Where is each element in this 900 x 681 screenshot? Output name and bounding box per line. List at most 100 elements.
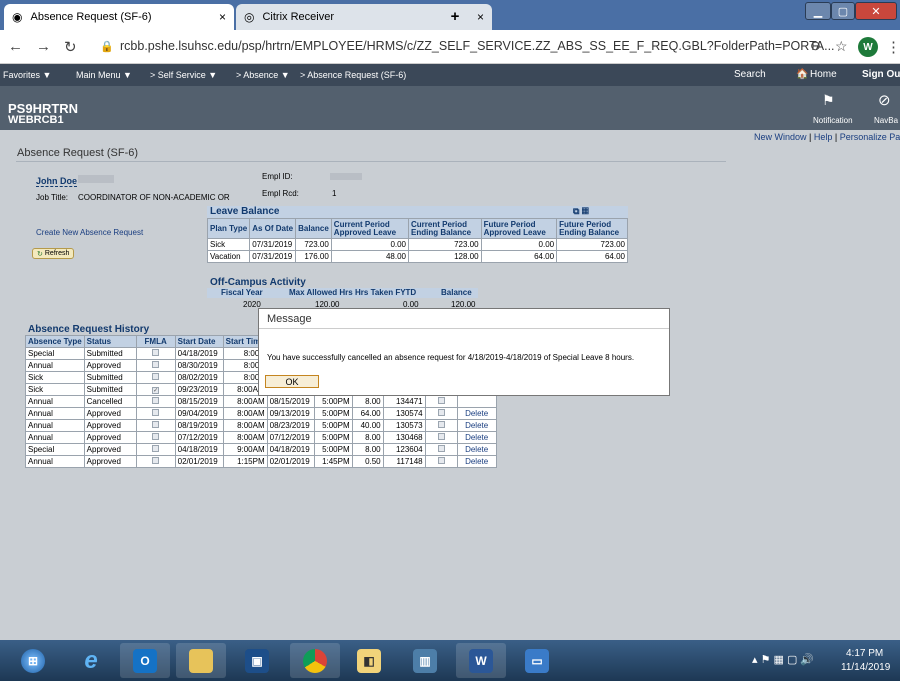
personalize-link[interactable]: Personalize Pag: [840, 132, 900, 142]
close-tab-icon[interactable]: ×: [477, 10, 484, 24]
table-row: Annual Approved 07/12/2019 8:00AM 07/12/2019…: [25, 431, 497, 444]
fmla-checkbox: ✓: [152, 387, 160, 394]
refresh-button[interactable]: ↻ Refresh: [32, 248, 75, 259]
maximize-button[interactable]: ▢: [831, 2, 855, 20]
delete-link[interactable]: Delete: [456, 431, 497, 444]
cell: Sick: [206, 238, 251, 251]
table-row: Annual Approved 08/19/2019 8:00AM 08/23/2019…: [25, 419, 497, 432]
peoplesoft-nav-bar: Favorites ▼ Main Menu ▼ > Self Service ▼…: [0, 64, 900, 86]
taskbar-book[interactable]: ▥: [400, 643, 450, 678]
outlook-icon: O: [133, 648, 157, 673]
cell: 128.00: [408, 250, 482, 263]
url-input[interactable]: rcbb.pshe.lsuhsc.edu/psp/hrtrn/EMPLOYEE/…: [120, 39, 835, 53]
cell-start: 04/18/2019: [174, 443, 224, 456]
home-icon[interactable]: 🏠: [796, 69, 808, 80]
flag-icon[interactable]: ⚑: [822, 92, 835, 109]
main-menu[interactable]: Main Menu ▼: [76, 70, 132, 80]
grid-tools-icon[interactable]: ⧉ ▦: [573, 206, 589, 217]
cell-type: Special: [25, 347, 85, 360]
taskbar-word[interactable]: W: [456, 643, 506, 678]
browser-menu-icon[interactable]: ⋮: [886, 38, 900, 56]
taskbar-citrix[interactable]: ◧: [344, 643, 394, 678]
favorites-menu[interactable]: Favorites ▼: [3, 70, 51, 80]
back-icon[interactable]: ←: [8, 38, 23, 55]
new-tab-button[interactable]: +: [445, 6, 465, 26]
navbar-label[interactable]: NavBa: [874, 116, 898, 125]
bookmark-star-icon[interactable]: ☆: [835, 38, 848, 55]
flag-cell: [424, 431, 458, 444]
delete-link[interactable]: Delete: [456, 407, 497, 420]
clock-time[interactable]: 4:17 PM: [846, 648, 883, 659]
cell-etime: 5:00PM: [313, 431, 353, 444]
fmla-cell: [135, 455, 176, 468]
ok-button[interactable]: OK: [265, 375, 319, 388]
cell-hrs: 40.00: [351, 419, 384, 432]
minimize-button[interactable]: ▁: [805, 2, 831, 20]
close-window-button[interactable]: ✕: [855, 2, 897, 20]
new-window-link[interactable]: New Window: [754, 132, 807, 142]
taskbar-outlook[interactable]: O: [120, 643, 170, 678]
taskbar-ie[interactable]: e: [66, 643, 116, 678]
citrix-icon: ◧: [357, 648, 381, 673]
taskbar-app[interactable]: ▣: [232, 643, 282, 678]
cell-etime: 5:00PM: [313, 395, 353, 408]
col-header: Status: [83, 335, 137, 348]
separator: |: [834, 132, 838, 142]
forward-icon[interactable]: →: [36, 38, 51, 55]
fmla-cell: [135, 407, 176, 420]
cell-type: Annual: [25, 455, 85, 468]
home-link[interactable]: Home: [810, 69, 837, 80]
breadcrumb-absence-request[interactable]: > Absence Request (SF-6): [300, 70, 406, 80]
col-header: Max Allowed Hrs: [289, 288, 353, 297]
table-row: Annual Cancelled 08/15/2019 8:00AM 08/15/201…: [25, 395, 497, 408]
cell-hrs: 0.50: [351, 455, 384, 468]
server-name: WEBRCB1: [8, 114, 64, 126]
zoom-icon[interactable]: ⊖: [810, 38, 821, 54]
separator: |: [809, 132, 812, 142]
create-absence-request-link[interactable]: Create New Absence Request: [36, 228, 143, 237]
row-checkbox: [437, 409, 445, 416]
action-cell: [456, 395, 497, 408]
cell: 723.00: [408, 238, 482, 251]
cell: 64.00: [480, 250, 558, 263]
table-row: Special Approved 04/18/2019 9:00AM 04/18/201…: [25, 443, 497, 456]
delete-link[interactable]: Delete: [456, 443, 497, 456]
taskbar-remote[interactable]: ▭: [512, 643, 562, 678]
cell-start: 09/23/2019: [174, 383, 224, 396]
start-button[interactable]: ⊞: [8, 643, 58, 678]
fmla-checkbox: [152, 373, 160, 380]
cell: 723.00: [556, 238, 628, 251]
compass-icon[interactable]: ⊘: [878, 91, 891, 109]
cell-end: 02/01/2019: [266, 455, 315, 468]
employee-name[interactable]: John Doe: [36, 176, 78, 187]
signout-link[interactable]: Sign Out: [862, 69, 900, 80]
fmla-cell: [135, 431, 176, 444]
cell-end: 09/13/2019: [266, 407, 315, 420]
cell-status: Approved: [83, 419, 137, 432]
taskbar-chrome[interactable]: [290, 643, 340, 678]
taskbar-explorer[interactable]: [176, 643, 226, 678]
cell-etime: 5:00PM: [313, 443, 353, 456]
cell-stime: 9:00AM: [222, 443, 268, 456]
close-tab-icon[interactable]: ×: [219, 10, 226, 24]
cell-etime: 5:00PM: [313, 419, 353, 432]
cell-stime: 8:00AM: [222, 407, 268, 420]
fmla-checkbox: [152, 421, 160, 428]
tray-icons[interactable]: ▴ ⚑ ▦ ▢ 🔊: [752, 653, 814, 666]
tab-absence-request[interactable]: ◉ Absence Request (SF-6) ×: [4, 4, 234, 30]
table-row: Vacation 07/31/2019 176.00 48.00 128.00 …: [206, 250, 628, 263]
cell-status: Approved: [83, 431, 137, 444]
delete-link[interactable]: Delete: [456, 419, 497, 432]
breadcrumb-self-service[interactable]: > Self Service ▼: [150, 70, 217, 80]
col-header: Balance: [441, 288, 472, 297]
notification-label[interactable]: Notification: [813, 116, 853, 125]
delete-link[interactable]: Delete: [456, 455, 497, 468]
reload-icon[interactable]: ↻: [64, 38, 77, 56]
search-link[interactable]: Search: [734, 69, 766, 80]
row-checkbox: [437, 421, 445, 428]
breadcrumb-absence[interactable]: > Absence ▼: [236, 70, 290, 80]
clock-date[interactable]: 11/14/2019: [841, 662, 890, 673]
lock-icon: 🔒: [100, 41, 114, 53]
profile-avatar[interactable]: W: [858, 37, 878, 57]
help-link[interactable]: Help: [814, 132, 833, 142]
